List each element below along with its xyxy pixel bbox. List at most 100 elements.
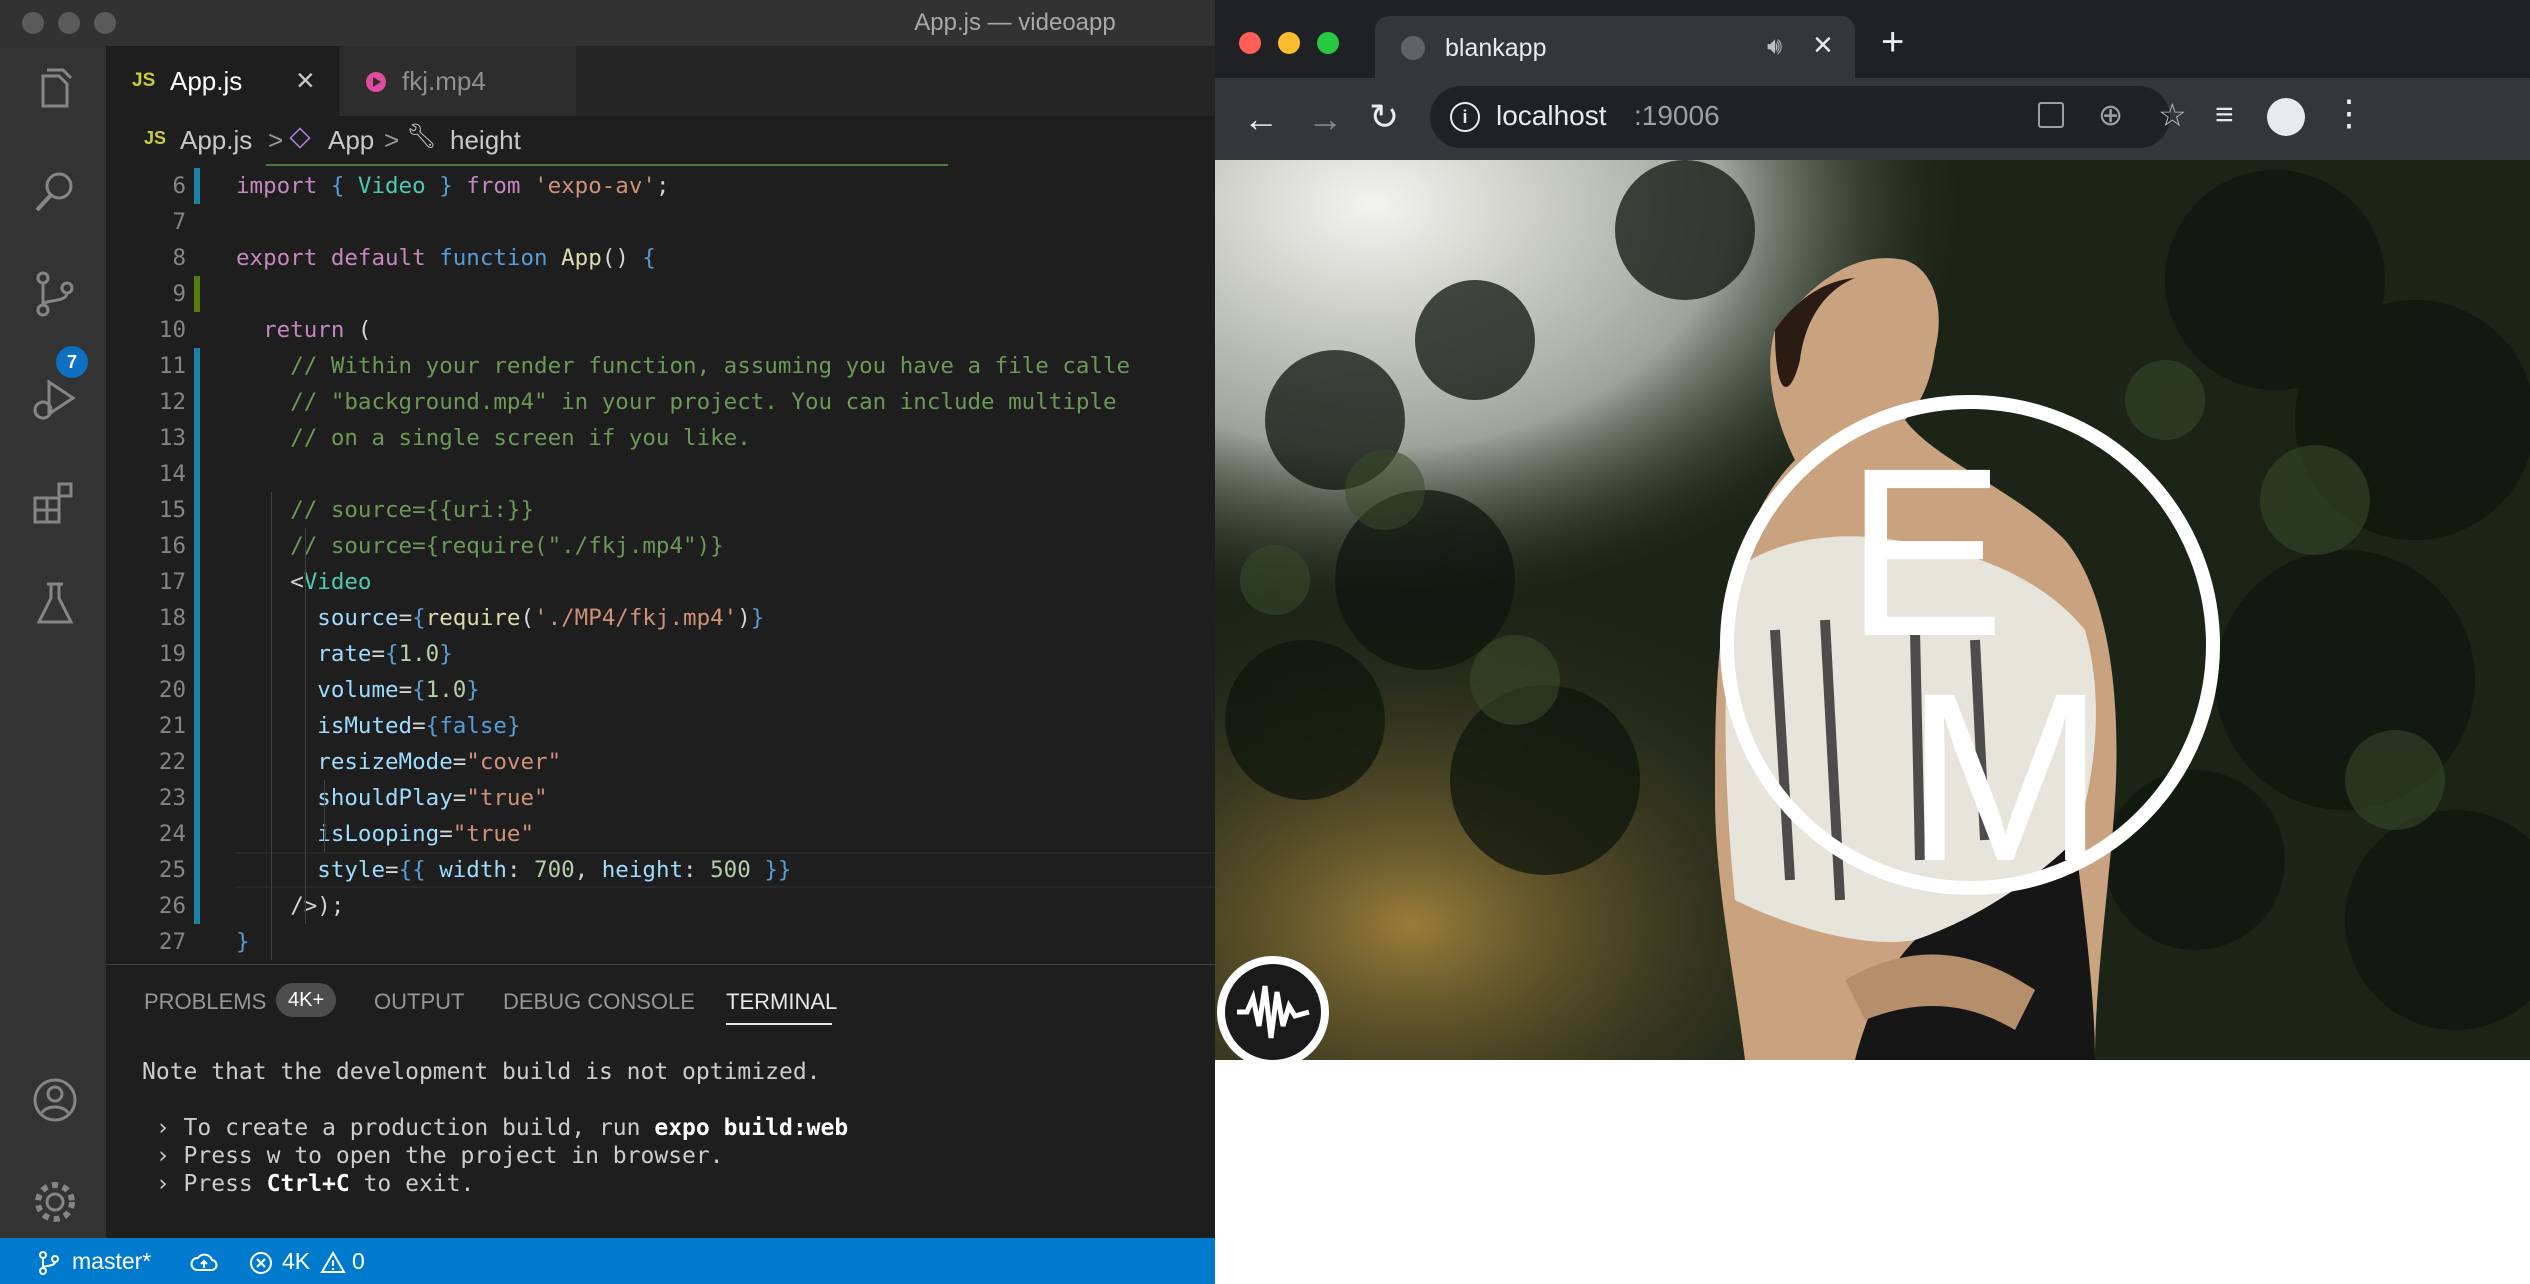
settings-gear-icon[interactable]: [29, 1176, 81, 1228]
explorer-icon[interactable]: [29, 64, 81, 116]
code-text: return (: [263, 317, 372, 343]
code-line[interactable]: 21 isMuted={false}: [106, 708, 1215, 744]
code-line[interactable]: 17 <Video: [106, 564, 1215, 600]
address-bar[interactable]: i localhost :19006 ⊕ ☆: [1430, 86, 2187, 148]
gutter-change-indicator[interactable]: [194, 420, 200, 456]
code-line[interactable]: 11 // Within your render function, assum…: [106, 348, 1215, 384]
new-tab-button[interactable]: +: [1881, 22, 1904, 62]
bookmark-star-icon[interactable]: ☆: [2158, 96, 2187, 134]
tab-terminal[interactable]: TERMINAL: [726, 989, 837, 1015]
warnings-icon[interactable]: [320, 1238, 346, 1284]
breadcrumb-symbol-app[interactable]: App: [328, 125, 374, 156]
line-number: 13: [158, 425, 186, 451]
source-control-icon[interactable]: [29, 268, 81, 320]
code-line[interactable]: 6 import { Video } from 'expo-av';: [106, 168, 1215, 204]
back-arrow-icon[interactable]: ←: [1243, 98, 1279, 140]
gutter-change-indicator[interactable]: [194, 564, 200, 600]
gutter-change-indicator[interactable]: [194, 384, 200, 420]
account-icon[interactable]: [29, 1074, 81, 1126]
speaker-audio-icon[interactable]: 🔊︎: [1767, 33, 1782, 61]
sticky-scroll-underline: [266, 164, 948, 166]
tab-problems[interactable]: PROBLEMS: [144, 989, 266, 1015]
code-line[interactable]: 23 shouldPlay="true": [106, 780, 1215, 816]
code-line[interactable]: 8 export default function App() {: [106, 240, 1215, 276]
translate-icon[interactable]: [2038, 102, 2064, 128]
code-text: shouldPlay="true": [317, 785, 548, 811]
tab-output[interactable]: OUTPUT: [374, 989, 464, 1015]
code-line[interactable]: 15 // source={{uri:}}: [106, 492, 1215, 528]
code-line[interactable]: 13 // on a single screen if you like.: [106, 420, 1215, 456]
code-line[interactable]: 18 source={require('./MP4/fkj.mp4')}: [106, 600, 1215, 636]
reload-icon[interactable]: ↻: [1369, 96, 1399, 138]
tab-fkj-mp4[interactable]: fkj.mp4: [340, 46, 576, 116]
line-number: 14: [158, 461, 186, 487]
gutter-change-indicator[interactable]: [194, 852, 200, 888]
info-icon[interactable]: i: [1450, 102, 1480, 132]
code-line[interactable]: 19 rate={1.0}: [106, 636, 1215, 672]
line-number: 7: [172, 209, 186, 235]
gutter-change-indicator[interactable]: [194, 708, 200, 744]
code-line[interactable]: 27}: [106, 924, 1215, 960]
gutter-change-indicator[interactable]: [194, 888, 200, 924]
line-number: 12: [158, 389, 186, 415]
forward-arrow-icon[interactable]: →: [1307, 98, 1343, 140]
browser-tab[interactable]: blankapp 🔊︎ ×: [1375, 16, 1855, 78]
breadcrumb-file[interactable]: App.js: [180, 125, 252, 156]
gutter-change-indicator[interactable]: [194, 456, 200, 492]
run-debug-icon[interactable]: [29, 374, 81, 426]
close-tab-icon[interactable]: ×: [296, 62, 315, 99]
line-number: 10: [158, 317, 186, 343]
errors-icon[interactable]: [248, 1238, 274, 1284]
browser-tab-strip: blankapp 🔊︎ × +: [1215, 0, 2530, 78]
code-line[interactable]: 7: [106, 204, 1215, 240]
minimize-window-button[interactable]: [1278, 32, 1300, 54]
code-line[interactable]: 25 style={{ width: 700, height: 500 }}: [106, 852, 1215, 888]
tab-app-js[interactable]: JS App.js ×: [106, 46, 339, 116]
sync-cloud-icon[interactable]: [190, 1238, 218, 1284]
editor-tab-bar: JS App.js × fkj.mp4: [106, 46, 1215, 116]
tab-debug-console[interactable]: DEBUG CONSOLE: [503, 989, 695, 1015]
zoom-icon[interactable]: ⊕: [2098, 98, 2123, 133]
gutter-change-indicator[interactable]: [194, 492, 200, 528]
js-file-icon: JS: [144, 128, 167, 148]
video-player[interactable]: E M: [1215, 160, 2530, 1060]
code-line[interactable]: 26 />);: [106, 888, 1215, 924]
breadcrumb: JS App.js > App > 🔧︎ height: [106, 116, 1215, 164]
code-line[interactable]: 12 // "background.mp4" in your project. …: [106, 384, 1215, 420]
gutter-change-indicator[interactable]: [194, 528, 200, 564]
gutter-change-indicator[interactable]: [194, 780, 200, 816]
breadcrumb-symbol-height[interactable]: height: [450, 125, 521, 156]
gutter-change-indicator[interactable]: [194, 816, 200, 852]
media-control-icon[interactable]: ≡: [2215, 96, 2234, 133]
code-line[interactable]: 10 return (: [106, 312, 1215, 348]
zoom-window-button[interactable]: [1317, 32, 1339, 54]
search-icon[interactable]: [29, 166, 81, 218]
gutter-change-indicator[interactable]: [194, 636, 200, 672]
gutter-change-indicator[interactable]: [194, 276, 200, 312]
profile-avatar-icon[interactable]: [2267, 98, 2305, 136]
code-line[interactable]: 14: [106, 456, 1215, 492]
menu-kebab-icon[interactable]: ⋮: [2331, 92, 2367, 134]
error-count[interactable]: 4K: [282, 1238, 310, 1284]
close-tab-icon[interactable]: ×: [1813, 26, 1833, 65]
terminal[interactable]: Note that the development build is not o…: [106, 1045, 1215, 1235]
close-window-button[interactable]: [1239, 32, 1261, 54]
code-line[interactable]: 9: [106, 276, 1215, 312]
code-line[interactable]: 22 resizeMode="cover": [106, 744, 1215, 780]
gutter-change-indicator[interactable]: [194, 672, 200, 708]
warning-count[interactable]: 0: [352, 1238, 365, 1284]
git-branch[interactable]: master*: [72, 1238, 151, 1284]
gutter-change-indicator[interactable]: [194, 168, 200, 204]
code-line[interactable]: 16 // source={require("./fkj.mp4")}: [106, 528, 1215, 564]
testing-flask-icon[interactable]: [29, 578, 81, 630]
gutter-change-indicator[interactable]: [194, 600, 200, 636]
code-text: import { Video } from 'expo-av';: [236, 173, 670, 199]
code-line[interactable]: 24 isLooping="true": [106, 816, 1215, 852]
breadcrumb-separator: >: [268, 125, 284, 155]
gutter-change-indicator[interactable]: [194, 348, 200, 384]
vscode-window: App.js — videoapp 7 JS App.js × fkj.mp4 …: [0, 0, 1215, 1284]
gutter-change-indicator[interactable]: [194, 744, 200, 780]
code-editor[interactable]: 6 import { Video } from 'expo-av'; 7 8 expor…: [106, 164, 1215, 964]
extensions-icon[interactable]: [29, 476, 81, 528]
code-line[interactable]: 20 volume={1.0}: [106, 672, 1215, 708]
